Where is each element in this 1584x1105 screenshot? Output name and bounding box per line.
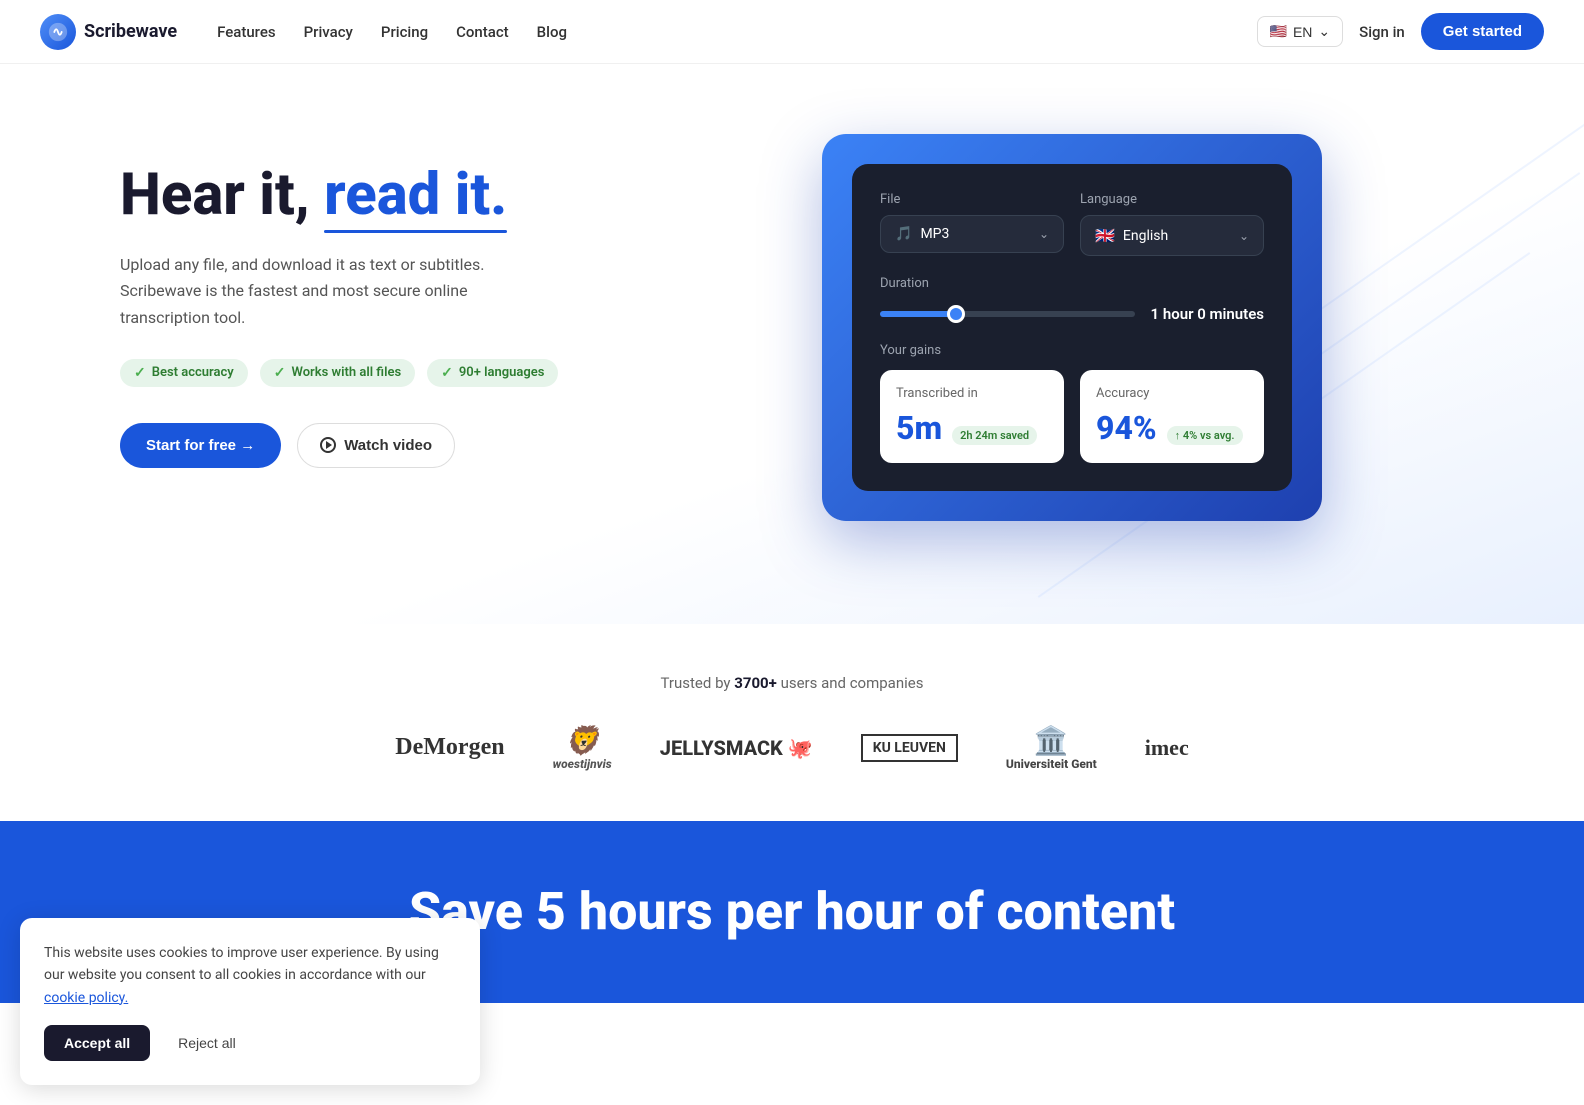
duration-row: 1 hour 0 minutes bbox=[880, 305, 1264, 323]
trusted-text: Trusted by 3700+ users and companies bbox=[40, 674, 1544, 692]
kuleuven-logo: KU LEUVEN bbox=[861, 734, 958, 762]
duration-section: Duration 1 hour 0 minutes bbox=[880, 276, 1264, 323]
lang-label: EN bbox=[1293, 24, 1312, 40]
hero-left: Hear it, read it. Upload any file, and d… bbox=[120, 124, 640, 521]
slider-thumb bbox=[947, 305, 965, 323]
nav-privacy[interactable]: Privacy bbox=[304, 23, 353, 41]
lang-chevron-icon: ⌄ bbox=[1239, 229, 1249, 243]
demorgen-logo: DeMorgen bbox=[395, 734, 504, 761]
logos-row: DeMorgen 🦁 woestijnvis JELLYSMACK 🐙 KU L… bbox=[40, 724, 1544, 771]
transcribed-value-row: 5m 2h 24m saved bbox=[896, 409, 1048, 447]
file-field: File 🎵 MP3 ⌄ bbox=[880, 192, 1064, 256]
sign-in-button[interactable]: Sign in bbox=[1359, 23, 1405, 41]
reject-all-button[interactable]: Reject all bbox=[162, 1025, 252, 1061]
transcribed-value: 5m bbox=[896, 409, 942, 447]
navbar: Scribewave Features Privacy Pricing Cont… bbox=[0, 0, 1584, 64]
play-icon bbox=[320, 437, 336, 453]
imec-logo: imec bbox=[1145, 735, 1189, 761]
check-icon-3: ✓ bbox=[441, 365, 453, 381]
nav-links: Features Privacy Pricing Contact Blog bbox=[217, 23, 567, 41]
duration-value: 1 hour 0 minutes bbox=[1151, 305, 1264, 323]
file-value: MP3 bbox=[920, 226, 949, 242]
your-gains-label: Your gains bbox=[880, 343, 1264, 358]
jellysmack-logo: JELLYSMACK 🐙 bbox=[660, 736, 813, 760]
flag-icon: 🇺🇸 bbox=[1270, 23, 1287, 40]
lang-flag-icon: 🇬🇧 bbox=[1095, 226, 1115, 245]
ui-demo-wrapper: File 🎵 MP3 ⌄ Language bbox=[822, 134, 1322, 521]
ui-demo-card: File 🎵 MP3 ⌄ Language bbox=[852, 164, 1292, 491]
logo-text: Scribewave bbox=[84, 21, 177, 42]
accuracy-value-row: 94% ↑ 4% vs avg. bbox=[1096, 409, 1248, 447]
chevron-down-icon: ⌄ bbox=[1318, 23, 1330, 40]
watch-video-button[interactable]: Watch video bbox=[297, 423, 455, 468]
slider-fill bbox=[880, 311, 956, 317]
badge-accuracy: ✓ Best accuracy bbox=[120, 359, 248, 387]
hero-right: File 🎵 MP3 ⌄ Language bbox=[640, 124, 1504, 521]
cookie-text: This website uses cookies to improve use… bbox=[44, 942, 456, 1009]
start-for-free-button[interactable]: Start for free → bbox=[120, 423, 281, 468]
navbar-right: 🇺🇸 EN ⌄ Sign in Get started bbox=[1257, 13, 1545, 50]
hero-description: Upload any file, and download it as text… bbox=[120, 252, 560, 331]
file-chevron-icon: ⌄ bbox=[1039, 227, 1049, 241]
ugent-logo: 🏛️ Universiteit Gent bbox=[1006, 724, 1097, 771]
badge-files-text: Works with all files bbox=[291, 365, 401, 380]
nav-blog[interactable]: Blog bbox=[537, 23, 567, 41]
logo[interactable]: Scribewave bbox=[40, 14, 177, 50]
cookie-banner: This website uses cookies to improve use… bbox=[20, 918, 480, 1085]
transcribed-label: Transcribed in bbox=[896, 386, 1048, 401]
navbar-left: Scribewave Features Privacy Pricing Cont… bbox=[40, 14, 567, 50]
language-label: Language bbox=[1080, 192, 1264, 207]
trusted-prefix: Trusted by bbox=[661, 674, 735, 692]
hero-title: Hear it, read it. bbox=[120, 164, 640, 228]
hero-content: Hear it, read it. Upload any file, and d… bbox=[120, 124, 1504, 521]
badge-languages-text: 90+ languages bbox=[459, 365, 545, 380]
hero-title-accent: read it. bbox=[324, 161, 507, 229]
badge-languages: ✓ 90+ languages bbox=[427, 359, 558, 387]
check-icon-2: ✓ bbox=[274, 365, 286, 381]
file-select-left: 🎵 MP3 bbox=[895, 226, 949, 242]
accept-all-button[interactable]: Accept all bbox=[44, 1025, 150, 1061]
logo-icon bbox=[40, 14, 76, 50]
nav-pricing[interactable]: Pricing bbox=[381, 23, 428, 41]
trusted-count: 3700+ bbox=[734, 674, 777, 692]
trusted-suffix: users and companies bbox=[777, 674, 924, 692]
language-value: English bbox=[1123, 228, 1168, 244]
feature-badges: ✓ Best accuracy ✓ Works with all files ✓… bbox=[120, 359, 640, 387]
watch-btn-label: Watch video bbox=[344, 437, 432, 454]
file-language-row: File 🎵 MP3 ⌄ Language bbox=[880, 192, 1264, 256]
accuracy-card: Accuracy 94% ↑ 4% vs avg. bbox=[1080, 370, 1264, 463]
check-icon: ✓ bbox=[134, 365, 146, 381]
language-select[interactable]: 🇬🇧 English ⌄ bbox=[1080, 215, 1264, 256]
trusted-section: Trusted by 3700+ users and companies DeM… bbox=[0, 624, 1584, 811]
duration-label: Duration bbox=[880, 276, 1264, 291]
gains-row: Transcribed in 5m 2h 24m saved Accuracy … bbox=[880, 370, 1264, 463]
woestijnvis-logo: 🦁 woestijnvis bbox=[553, 724, 612, 771]
lang-select-left: 🇬🇧 English bbox=[1095, 226, 1168, 245]
language-selector[interactable]: 🇺🇸 EN ⌄ bbox=[1257, 16, 1344, 47]
hero-title-part1: Hear it, bbox=[120, 161, 324, 229]
cookie-message: This website uses cookies to improve use… bbox=[44, 945, 439, 983]
file-label: File bbox=[880, 192, 1064, 207]
accuracy-badge: ↑ 4% vs avg. bbox=[1167, 426, 1243, 445]
cookie-actions: Accept all Reject all bbox=[44, 1025, 456, 1061]
badge-accuracy-text: Best accuracy bbox=[152, 365, 234, 380]
music-icon: 🎵 bbox=[895, 226, 912, 242]
banner-text: Save 5 hours per hour of content bbox=[409, 881, 1175, 942]
cookie-policy-link[interactable]: cookie policy. bbox=[44, 990, 128, 1006]
duration-slider[interactable] bbox=[880, 311, 1135, 317]
get-started-button[interactable]: Get started bbox=[1421, 13, 1544, 50]
accuracy-label: Accuracy bbox=[1096, 386, 1248, 401]
nav-features[interactable]: Features bbox=[217, 23, 275, 41]
file-select[interactable]: 🎵 MP3 ⌄ bbox=[880, 215, 1064, 253]
hero-section: Hear it, read it. Upload any file, and d… bbox=[0, 64, 1584, 624]
nav-contact[interactable]: Contact bbox=[456, 23, 509, 41]
hero-actions: Start for free → Watch video bbox=[120, 423, 640, 468]
transcribed-card: Transcribed in 5m 2h 24m saved bbox=[880, 370, 1064, 463]
accuracy-value: 94% bbox=[1096, 409, 1157, 447]
time-saved-badge: 2h 24m saved bbox=[952, 426, 1037, 445]
badge-files: ✓ Works with all files bbox=[260, 359, 415, 387]
language-field: Language 🇬🇧 English ⌄ bbox=[1080, 192, 1264, 256]
